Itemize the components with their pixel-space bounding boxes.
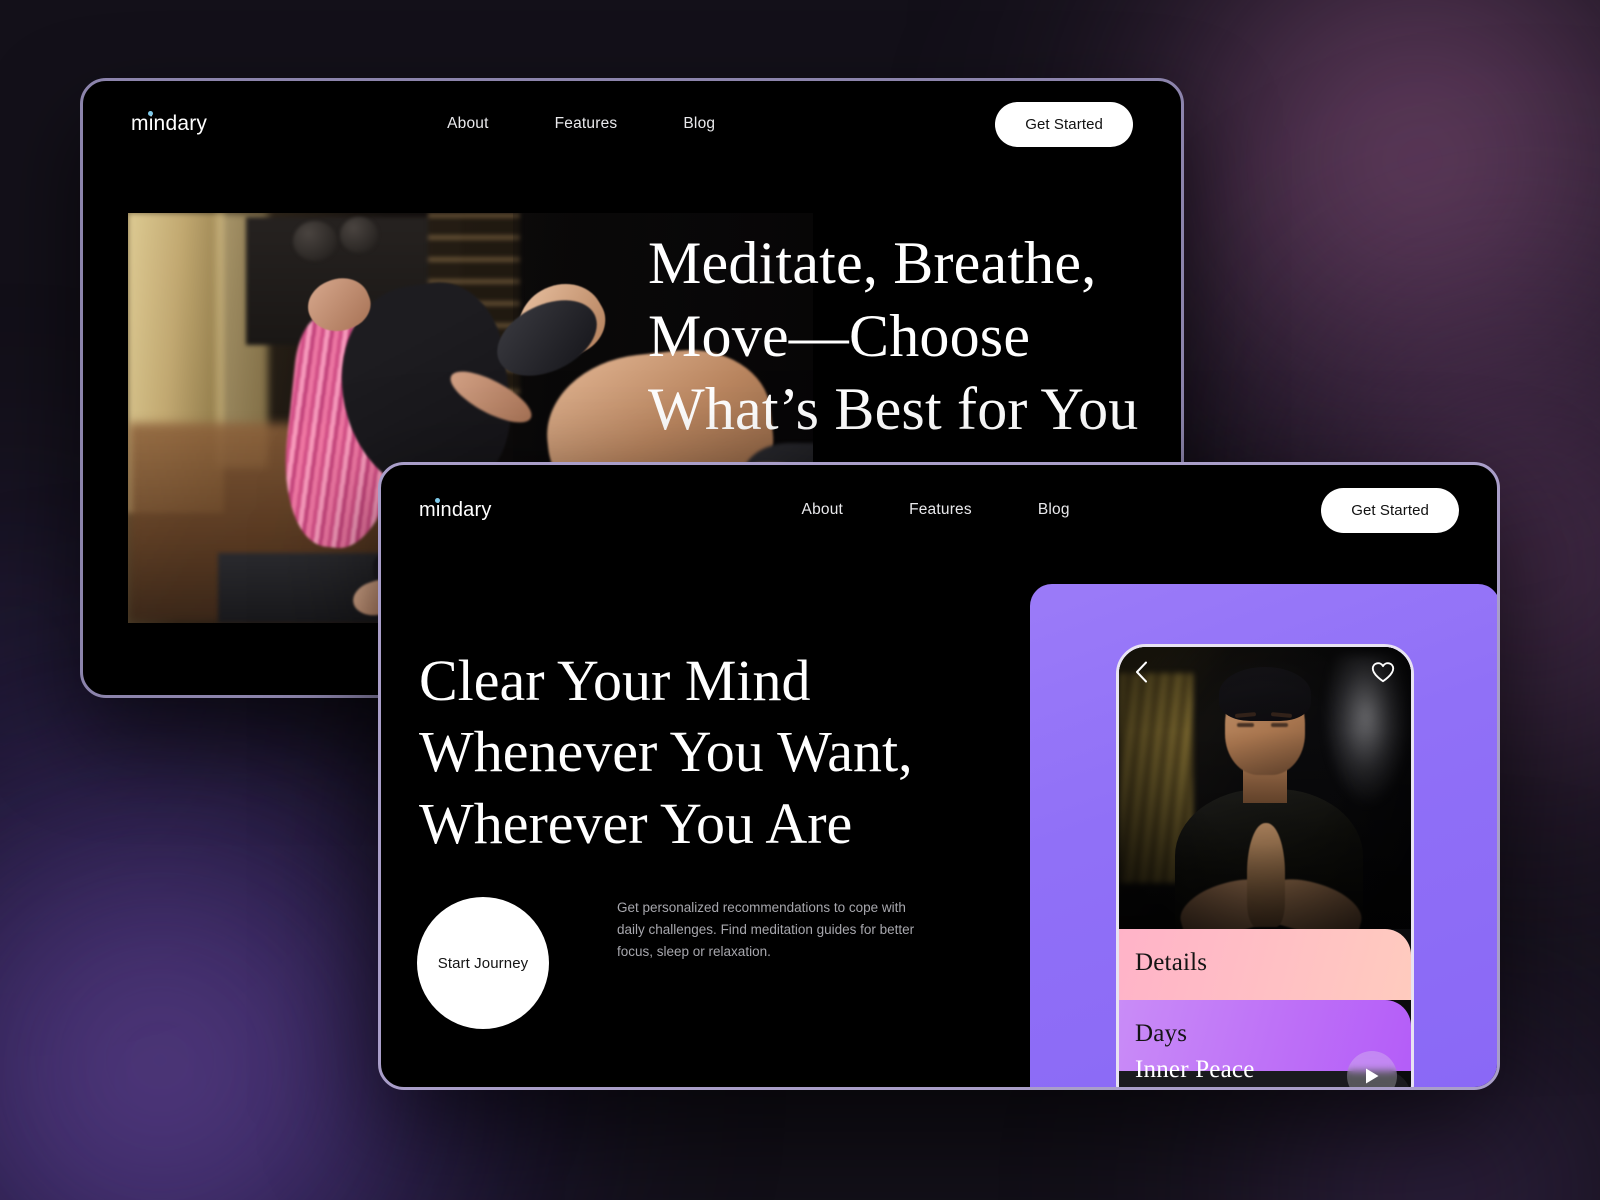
session-title: Inner Peace	[1135, 1055, 1255, 1083]
logo-dot-icon	[148, 111, 153, 116]
nav-item-about[interactable]: About	[447, 115, 489, 133]
nav-links-back: About Features Blog	[447, 115, 715, 133]
navbar-back: mindary About Features Blog Get Started	[83, 81, 1181, 167]
play-icon	[1366, 1068, 1379, 1084]
logo-dot-icon	[435, 497, 440, 503]
nav-item-blog[interactable]: Blog	[1038, 501, 1070, 519]
nav-item-features[interactable]: Features	[555, 115, 618, 133]
nav-item-features[interactable]: Features	[909, 501, 972, 519]
mockup-card-front: mindary About Features Blog Get Started …	[378, 462, 1500, 1090]
phone-mockup: Inner Peace 8 days Details Days More Jou…	[1116, 644, 1414, 1090]
get-started-button-back[interactable]: Get Started	[995, 101, 1133, 147]
phone-top-bar	[1119, 661, 1411, 683]
nav-item-blog[interactable]: Blog	[683, 115, 715, 133]
medicine-ball	[340, 217, 378, 253]
medicine-ball	[293, 221, 337, 261]
favorite-button[interactable]	[1371, 661, 1395, 683]
navbar-front: mindary About Features Blog Get Started	[381, 465, 1497, 555]
nav-links-front: About Features Blog	[802, 501, 1070, 519]
back-button[interactable]	[1135, 661, 1148, 683]
logo-mindary-front[interactable]: mindary	[419, 497, 492, 522]
phone-session-photo	[1119, 647, 1411, 929]
get-started-button-front[interactable]: Get Started	[1321, 487, 1459, 533]
hero-headline-back: Meditate, Breathe, Move—Choose What’s Be…	[648, 230, 1139, 443]
showcase-panel: Inner Peace 8 days Details Days More Jou…	[1030, 584, 1497, 1090]
stack-card-details[interactable]: Details	[1119, 929, 1411, 1000]
start-journey-button[interactable]: Start Journey	[417, 897, 549, 1029]
photo-vignette	[1119, 647, 1411, 929]
logo-text: mindary	[131, 112, 208, 135]
hero-paragraph: Get personalized recommendations to cope…	[617, 900, 915, 959]
nav-item-about[interactable]: About	[802, 501, 844, 519]
stack-card-label: Details	[1135, 949, 1208, 976]
chevron-left-icon	[1136, 661, 1147, 683]
heart-icon	[1371, 662, 1395, 683]
logo-text: mindary	[419, 498, 492, 521]
session-duration: 8 days	[1135, 1087, 1255, 1090]
logo-mindary-back[interactable]: mindary	[131, 111, 208, 136]
session-info: Inner Peace 8 days	[1135, 1055, 1255, 1090]
stack-card-label: Days	[1135, 1020, 1188, 1047]
hero-headline-front: Clear Your Mind Whenever You Want, Where…	[419, 648, 913, 856]
